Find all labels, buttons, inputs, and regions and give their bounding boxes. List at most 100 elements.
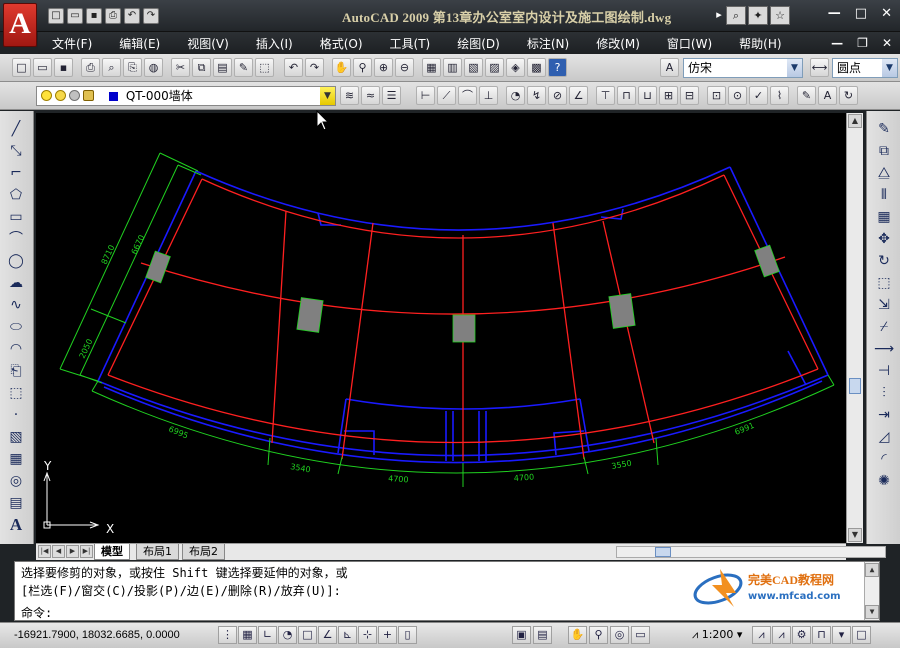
line-icon[interactable]: ╱ — [5, 119, 27, 139]
dim-aligned-icon[interactable]: ⟋ — [437, 86, 456, 105]
ortho-mode-icon[interactable]: ∟ — [258, 626, 277, 644]
mirror-icon[interactable]: ⧋ — [873, 163, 895, 183]
chevron-down-icon[interactable]: ▼ — [320, 87, 335, 105]
doc-minimize-icon[interactable]: — — [831, 36, 843, 50]
trim-icon[interactable]: ⌿ — [873, 317, 895, 337]
make-current-layer-icon[interactable]: ≋ — [340, 86, 359, 105]
polyline-icon[interactable]: ⌐ — [5, 163, 27, 183]
dim-continue-icon[interactable]: ⊔ — [638, 86, 657, 105]
polar-tracking-icon[interactable]: ◔ — [278, 626, 297, 644]
maximize-icon[interactable]: □ — [855, 6, 867, 21]
inspection-icon[interactable]: ✓ — [749, 86, 768, 105]
layer-thaw-icon[interactable] — [55, 90, 66, 101]
construction-line-icon[interactable]: ⤡ — [5, 141, 27, 161]
menu-window[interactable]: 窗口(W) — [653, 35, 725, 52]
layer-previous-icon[interactable]: ≈ — [361, 86, 380, 105]
join-icon[interactable]: ⇥ — [873, 405, 895, 425]
table-icon[interactable]: ▤ — [5, 493, 27, 513]
point-icon[interactable]: · — [5, 405, 27, 425]
tab-layout2[interactable]: 布局2 — [182, 544, 225, 560]
first-tab-icon[interactable]: |◀ — [38, 545, 51, 558]
zoom-status-icon[interactable]: ⚲ — [589, 626, 608, 644]
next-tab-icon[interactable]: ▶ — [66, 545, 79, 558]
jogged-linear-icon[interactable]: ⌇ — [770, 86, 789, 105]
3d-dwf-icon[interactable]: ◍ — [144, 58, 163, 77]
design-center-icon[interactable]: ▥ — [443, 58, 462, 77]
dim-ordinate-icon[interactable]: ⊥ — [479, 86, 498, 105]
tray-settings-icon[interactable]: ▾ — [832, 626, 851, 644]
dim-linear-icon[interactable]: ⊢ — [416, 86, 435, 105]
doc-restore-icon[interactable]: ❐ — [857, 36, 868, 50]
drawing-canvas[interactable]: 8710 6670 2050 6995 3540 4700 4700 3550 … — [36, 113, 846, 543]
layer-manager-icon[interactable]: ☰ — [382, 86, 401, 105]
explode-icon[interactable]: ✺ — [873, 471, 895, 491]
layer-on-icon[interactable] — [41, 90, 52, 101]
zoom-previous-icon[interactable]: ⊖ — [395, 58, 414, 77]
quick-properties-icon[interactable]: ▯ — [398, 626, 417, 644]
menu-modify[interactable]: 修改(M) — [582, 35, 653, 52]
favorites-icon[interactable]: ☆ — [770, 6, 790, 25]
redo-toolbar-icon[interactable]: ↷ — [305, 58, 324, 77]
pan-icon[interactable]: ✋ — [332, 58, 351, 77]
plot-preview-icon[interactable]: ⌕ — [102, 58, 121, 77]
coordinate-readout[interactable]: -16921.7900, 18032.6685, 0.0000 — [14, 629, 180, 641]
close-icon[interactable]: ✕ — [881, 6, 892, 21]
rectangle-icon[interactable]: ▭ — [5, 207, 27, 227]
gradient-icon[interactable]: ▦ — [5, 449, 27, 469]
paste-icon[interactable]: ▤ — [213, 58, 232, 77]
layer-select[interactable]: QT-000墙体 ▼ — [36, 86, 336, 106]
dim-angular-icon[interactable]: ∠ — [569, 86, 588, 105]
print-icon[interactable]: ⎙ — [105, 8, 121, 24]
scroll-down-icon[interactable]: ▼ — [865, 605, 879, 619]
grid-display-icon[interactable]: ▦ — [238, 626, 257, 644]
workspace-icon[interactable]: ⚙ — [792, 626, 811, 644]
communication-center-icon[interactable]: ✦ — [748, 6, 768, 25]
zoom-window-icon[interactable]: ⊕ — [374, 58, 393, 77]
rotate-icon[interactable]: ↻ — [873, 251, 895, 271]
erase-icon[interactable]: ✎ — [873, 119, 895, 139]
vertical-scroll-thumb[interactable] — [849, 378, 861, 394]
doc-close-icon[interactable]: ✕ — [882, 36, 892, 50]
move-icon[interactable]: ✥ — [873, 229, 895, 249]
command-prompt[interactable]: 命令: — [21, 604, 52, 621]
multiline-text-icon[interactable]: A — [5, 515, 27, 535]
text-style-select[interactable]: 仿宋 ▼ — [683, 58, 803, 78]
tab-model[interactable]: 模型 — [94, 544, 130, 560]
scroll-up-icon[interactable]: ▲ — [865, 563, 879, 577]
calculator-icon[interactable]: ▩ — [527, 58, 546, 77]
chevron-down-icon[interactable]: ▼ — [787, 59, 802, 77]
dim-baseline-icon[interactable]: ⊓ — [617, 86, 636, 105]
clean-screen-icon[interactable]: □ — [852, 626, 871, 644]
snap-mode-icon[interactable]: ⋮ — [218, 626, 237, 644]
tolerance-icon[interactable]: ⊡ — [707, 86, 726, 105]
publish-icon[interactable]: ⎘ — [123, 58, 142, 77]
plot-icon[interactable]: ⎙ — [81, 58, 100, 77]
properties-icon[interactable]: ▦ — [422, 58, 441, 77]
steering-wheel-icon[interactable]: ◎ — [610, 626, 629, 644]
revision-cloud-icon[interactable]: ☁ — [5, 273, 27, 293]
insert-block-icon[interactable]: ⎗ — [5, 361, 27, 381]
save-icon[interactable]: ▪ — [86, 8, 102, 24]
prev-tab-icon[interactable]: ◀ — [52, 545, 65, 558]
menu-dimension[interactable]: 标注(N) — [513, 35, 582, 52]
dim-break-icon[interactable]: ⊟ — [680, 86, 699, 105]
break-at-point-icon[interactable]: ⊣ — [873, 361, 895, 381]
menu-insert[interactable]: 插入(I) — [242, 35, 306, 52]
vertical-scrollbar[interactable]: ▲ ▼ — [846, 113, 863, 543]
dim-edit-icon[interactable]: ✎ — [797, 86, 816, 105]
showmotion-icon[interactable]: ▭ — [631, 626, 650, 644]
match-properties-icon[interactable]: ✎ — [234, 58, 253, 77]
dim-text-edit-icon[interactable]: A — [818, 86, 837, 105]
markup-icon[interactable]: ◈ — [506, 58, 525, 77]
dim-space-icon[interactable]: ⊞ — [659, 86, 678, 105]
ellipse-arc-icon[interactable]: ◠ — [5, 339, 27, 359]
sheet-set-icon[interactable]: ▨ — [485, 58, 504, 77]
search-icon[interactable]: ⌕ — [726, 6, 746, 25]
save-toolbar-icon[interactable]: ▪ — [54, 58, 73, 77]
annotation-scale[interactable]: ⩘ 1:200 ▾ — [692, 628, 742, 642]
region-icon[interactable]: ◎ — [5, 471, 27, 491]
copy-object-icon[interactable]: ⧉ — [873, 141, 895, 161]
zoom-realtime-icon[interactable]: ⚲ — [353, 58, 372, 77]
object-snap-icon[interactable]: □ — [298, 626, 317, 644]
new-file-icon[interactable]: □ — [48, 8, 64, 24]
